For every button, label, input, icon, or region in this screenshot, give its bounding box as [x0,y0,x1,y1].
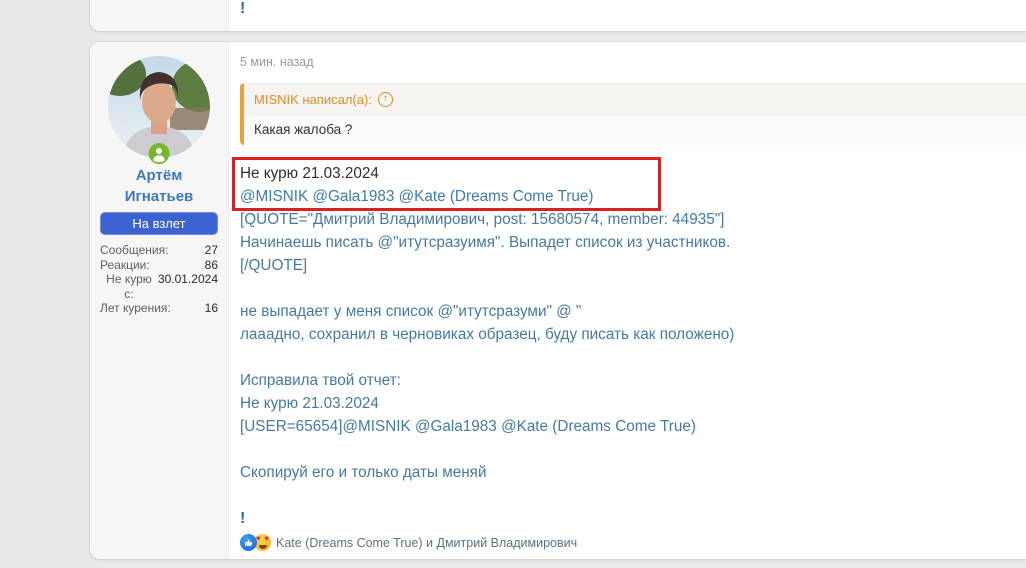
stat-label: Сообщения: [100,243,169,257]
post-line: [QUOTE="Дмитрий Владимирович, post: 1568… [240,211,725,228]
previous-post-text: ! [240,0,246,17]
post-line: Исправила твой отчет: [240,372,401,389]
post-line-blank [240,277,1026,300]
stat-label: Не курю с: [106,272,152,301]
stat-value: 16 [204,301,218,316]
post-line: Скопируй его и только даты меняй [240,464,487,481]
reaction-icons: ♥ ♥ [240,534,271,551]
post-line: Не курю 21.03.2024 [240,395,379,412]
post-line-blank [240,484,1026,507]
post-user-panel: Артём Игнатьев На взлет Сообщения: 27 Ре… [90,42,229,559]
username-line1: Артём [135,167,183,184]
stat-value: 86 [204,257,218,272]
post-line: не выпадает у меня список @"итутсразуми"… [240,303,582,320]
previous-post-user-panel [90,0,229,31]
post-timestamp[interactable]: 5 мин. назад [240,55,1026,70]
stat-row-reactions: Реакции: 86 [100,258,218,273]
previous-post-card: ! [90,0,1026,31]
post-line-mentions[interactable]: @MISNIK @Gala1983 @Kate (Dreams Come Tru… [240,185,1026,208]
reactions-users[interactable]: Kate (Dreams Come True) и Дмитрий Владим… [276,536,577,550]
arrow-up-icon[interactable]: ↑ [377,92,393,107]
quote-block: MISNIK написал(а): ↑ Какая жалоба ? [240,83,1026,145]
username-link[interactable]: Артём Игнатьев [90,165,228,207]
quote-header[interactable]: MISNIK написал(а): ↑ [244,84,1026,116]
post-line-blank [240,438,1026,461]
post-body: Не курю 21.03.2024 @MISNIK @Gala1983 @Ka… [232,157,1026,530]
stat-label: Лет курения: [100,301,171,316]
like-reaction-icon [240,534,257,551]
stat-row-messages: Сообщения: 27 [100,243,218,258]
post-line-exclamation: ! [240,510,246,527]
stat-row-quit-date: Не курю с: 30.01.2024 [100,272,218,301]
quote-attribution: MISNIK написал(а): [254,92,372,107]
stat-label: Реакции: [100,257,150,272]
post-line: Начинаешь писать @"итутсразуимя". Выпаде… [240,234,731,251]
post-line-quit-date: Не курю 21.03.2024 [240,165,379,182]
username-line2: Игнатьев [124,188,194,205]
stat-value: 30.01.2024 [157,272,218,287]
stat-row-years-smoking: Лет курения: 16 [100,301,218,316]
post-line: [USER=65654]@MISNIK @Gala1983 @Kate (Dre… [240,418,696,435]
quote-body: Какая жалоба ? [244,116,1026,145]
online-indicator-icon [148,143,170,164]
user-stats: Сообщения: 27 Реакции: 86 Не курю с: 30.… [100,243,218,316]
post-content: 5 мин. назад MISNIK написал(а): ↑ Какая … [230,42,1026,551]
post-line-blank [240,346,1026,369]
reactions-bar: ♥ ♥ Kate (Dreams Come True) и Дмитрий Вл… [240,534,1026,551]
user-banner: На взлет [100,212,218,235]
post-line: лааадно, сохранил в черновиках образец, … [240,326,735,343]
post-card: Артём Игнатьев На взлет Сообщения: 27 Ре… [90,42,1026,559]
stat-value: 27 [204,243,218,257]
avatar-wrap [108,56,210,164]
post-line: [/QUOTE] [240,257,308,274]
